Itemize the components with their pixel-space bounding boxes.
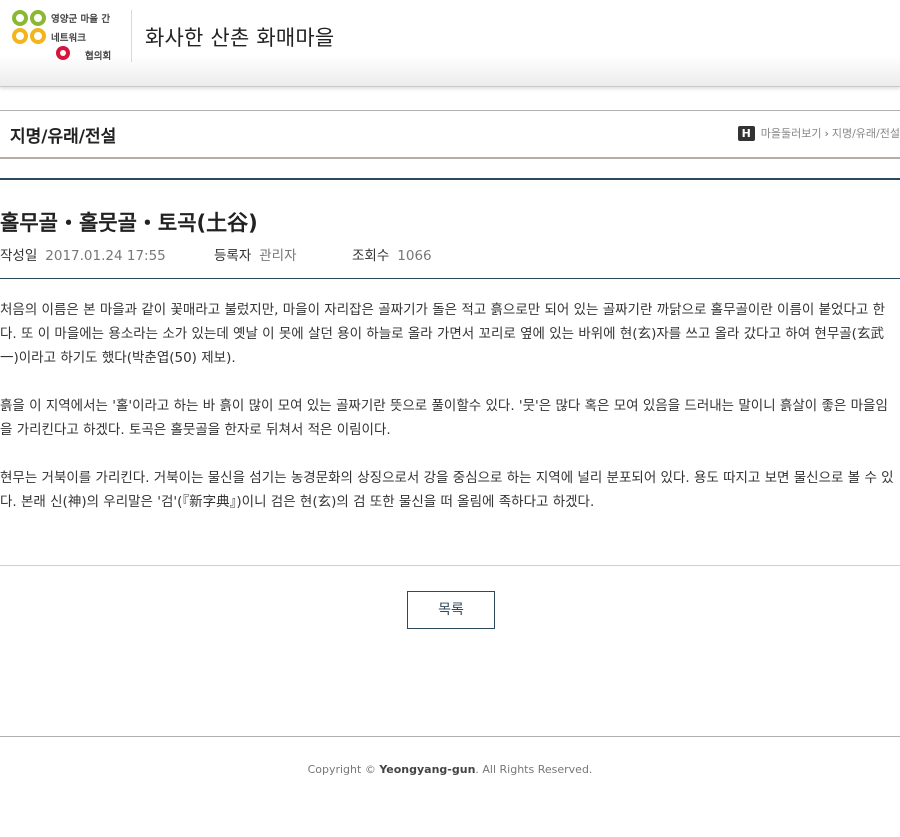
copyright-suffix: . All Rights Reserved. bbox=[475, 763, 593, 776]
article-paragraph: 흙을 이 지역에서는 '홀'이라고 하는 바 흙이 많이 모여 있는 골짜기란 … bbox=[0, 398, 888, 438]
site-title[interactable]: 화사한 산촌 화매마을 bbox=[145, 22, 334, 52]
author-label: 등록자 bbox=[214, 248, 252, 264]
breadcrumb-item[interactable]: 마을둘러보기 bbox=[761, 125, 822, 141]
chevron-right-icon: › bbox=[824, 126, 829, 140]
page-title-bar: 지명/유래/전설 H 마을둘러보기 › 지명/유래/전설 bbox=[0, 110, 900, 159]
copyright-brand: Yeongyang-gun bbox=[379, 763, 476, 776]
logo-divider bbox=[131, 10, 132, 62]
page-title: 지명/유래/전설 bbox=[10, 127, 117, 147]
logo-green-ring-icon bbox=[12, 10, 28, 26]
logo-yellow-ring-icon bbox=[30, 28, 46, 44]
article-paragraph: 처음의 이름은 본 마을과 같이 꽃매라고 불렀지만, 마을이 자리잡은 골짜기… bbox=[0, 302, 885, 366]
article-top-rule bbox=[0, 178, 900, 180]
logo-red-dot-icon bbox=[56, 46, 70, 60]
content-divider bbox=[0, 565, 900, 566]
breadcrumb: H 마을둘러보기 › 지명/유래/전설 bbox=[737, 125, 900, 141]
footer-divider bbox=[0, 736, 900, 737]
article-body: 처음의 이름은 본 마을과 같이 꽃매라고 불렀지만, 마을이 자리잡은 골짜기… bbox=[0, 298, 896, 538]
author-value: 관리자 bbox=[259, 248, 297, 264]
logo[interactable]: 영양군 마을 간 네트워크 협의회 bbox=[10, 8, 132, 64]
logo-green-ring-icon bbox=[30, 10, 46, 26]
list-button[interactable]: 목록 bbox=[407, 591, 495, 629]
logo-text-line2: 네트워크 bbox=[51, 33, 86, 44]
views-label: 조회수 bbox=[352, 248, 390, 264]
meta-divider bbox=[0, 278, 900, 279]
breadcrumb-item[interactable]: 지명/유래/전설 bbox=[832, 125, 900, 141]
logo-yellow-ring-icon bbox=[12, 28, 28, 44]
article-paragraph: 현무는 거북이를 가리킨다. 거북이는 물신을 섬기는 농경문화의 상징으로서 … bbox=[0, 470, 894, 510]
copyright-prefix: Copyright © bbox=[307, 763, 376, 776]
logo-text-line1: 영양군 마을 간 bbox=[51, 14, 111, 25]
footer: Copyright © Yeongyang-gun. All Rights Re… bbox=[0, 763, 900, 776]
home-icon[interactable]: H bbox=[737, 125, 755, 141]
views-value: 1066 bbox=[397, 248, 432, 264]
site-header: 영양군 마을 간 네트워크 협의회 화사한 산촌 화매마을 bbox=[0, 0, 900, 87]
date-label: 작성일 bbox=[0, 248, 38, 264]
date-value: 2017.01.24 17:55 bbox=[45, 248, 166, 264]
logo-text-line3: 협의회 bbox=[85, 51, 112, 62]
article-title: 홀무골・홀뭇골・토곡(土谷) bbox=[0, 211, 258, 235]
